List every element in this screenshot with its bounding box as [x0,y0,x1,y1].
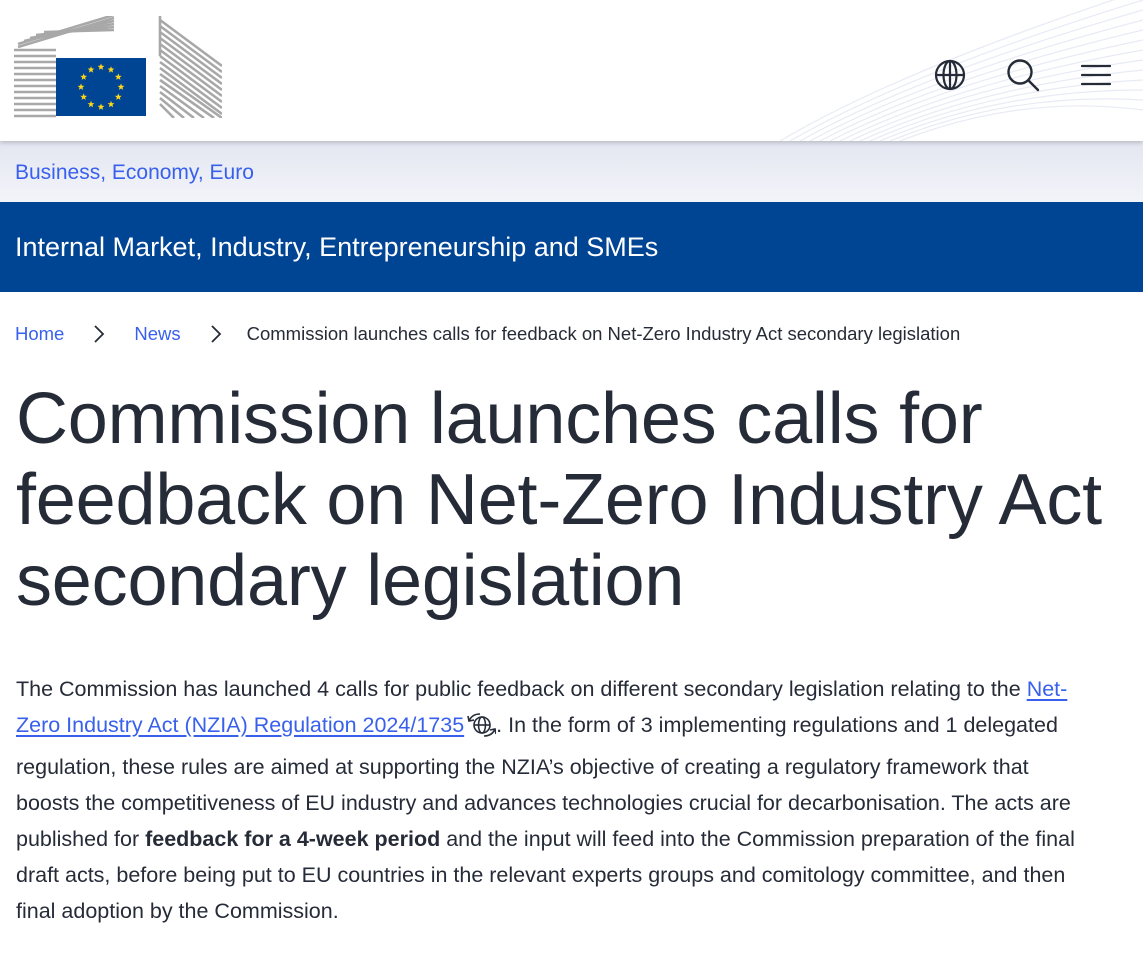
breadcrumb-news-link[interactable]: News [134,323,180,345]
dg-bar: Internal Market, Industry, Entrepreneurs… [0,202,1143,292]
intro-text-start: The Commission has launched 4 calls for … [16,677,1027,701]
menu-button[interactable] [1079,58,1113,92]
site-name-link[interactable]: Business, Economy, Euro [15,161,254,185]
breadcrumb-home-link[interactable]: Home [15,323,64,345]
chevron-right-icon [64,325,134,343]
dg-title[interactable]: Internal Market, Industry, Entrepreneurs… [15,232,658,263]
page-title: Commission launches calls for feedback o… [16,379,1102,621]
search-icon [1007,59,1040,92]
intro-bold-text: feedback for a 4-week period [145,827,441,851]
globe-icon [934,59,966,91]
european-commission-logo[interactable] [14,16,222,118]
language-button[interactable] [933,58,967,92]
hamburger-menu-icon [1081,64,1111,86]
search-button[interactable] [1006,58,1040,92]
article-intro: The Commission has launched 4 calls for … [16,671,1086,929]
chevron-right-icon [181,325,251,343]
external-globe-link-icon[interactable] [466,712,497,749]
breadcrumb: Home News Commission launches calls for … [15,323,960,345]
breadcrumb-current: Commission launches calls for feedback o… [246,323,961,344]
site-name-band: Business, Economy, Euro [0,141,1143,202]
site-header [0,0,1143,141]
header-actions [933,58,1113,92]
